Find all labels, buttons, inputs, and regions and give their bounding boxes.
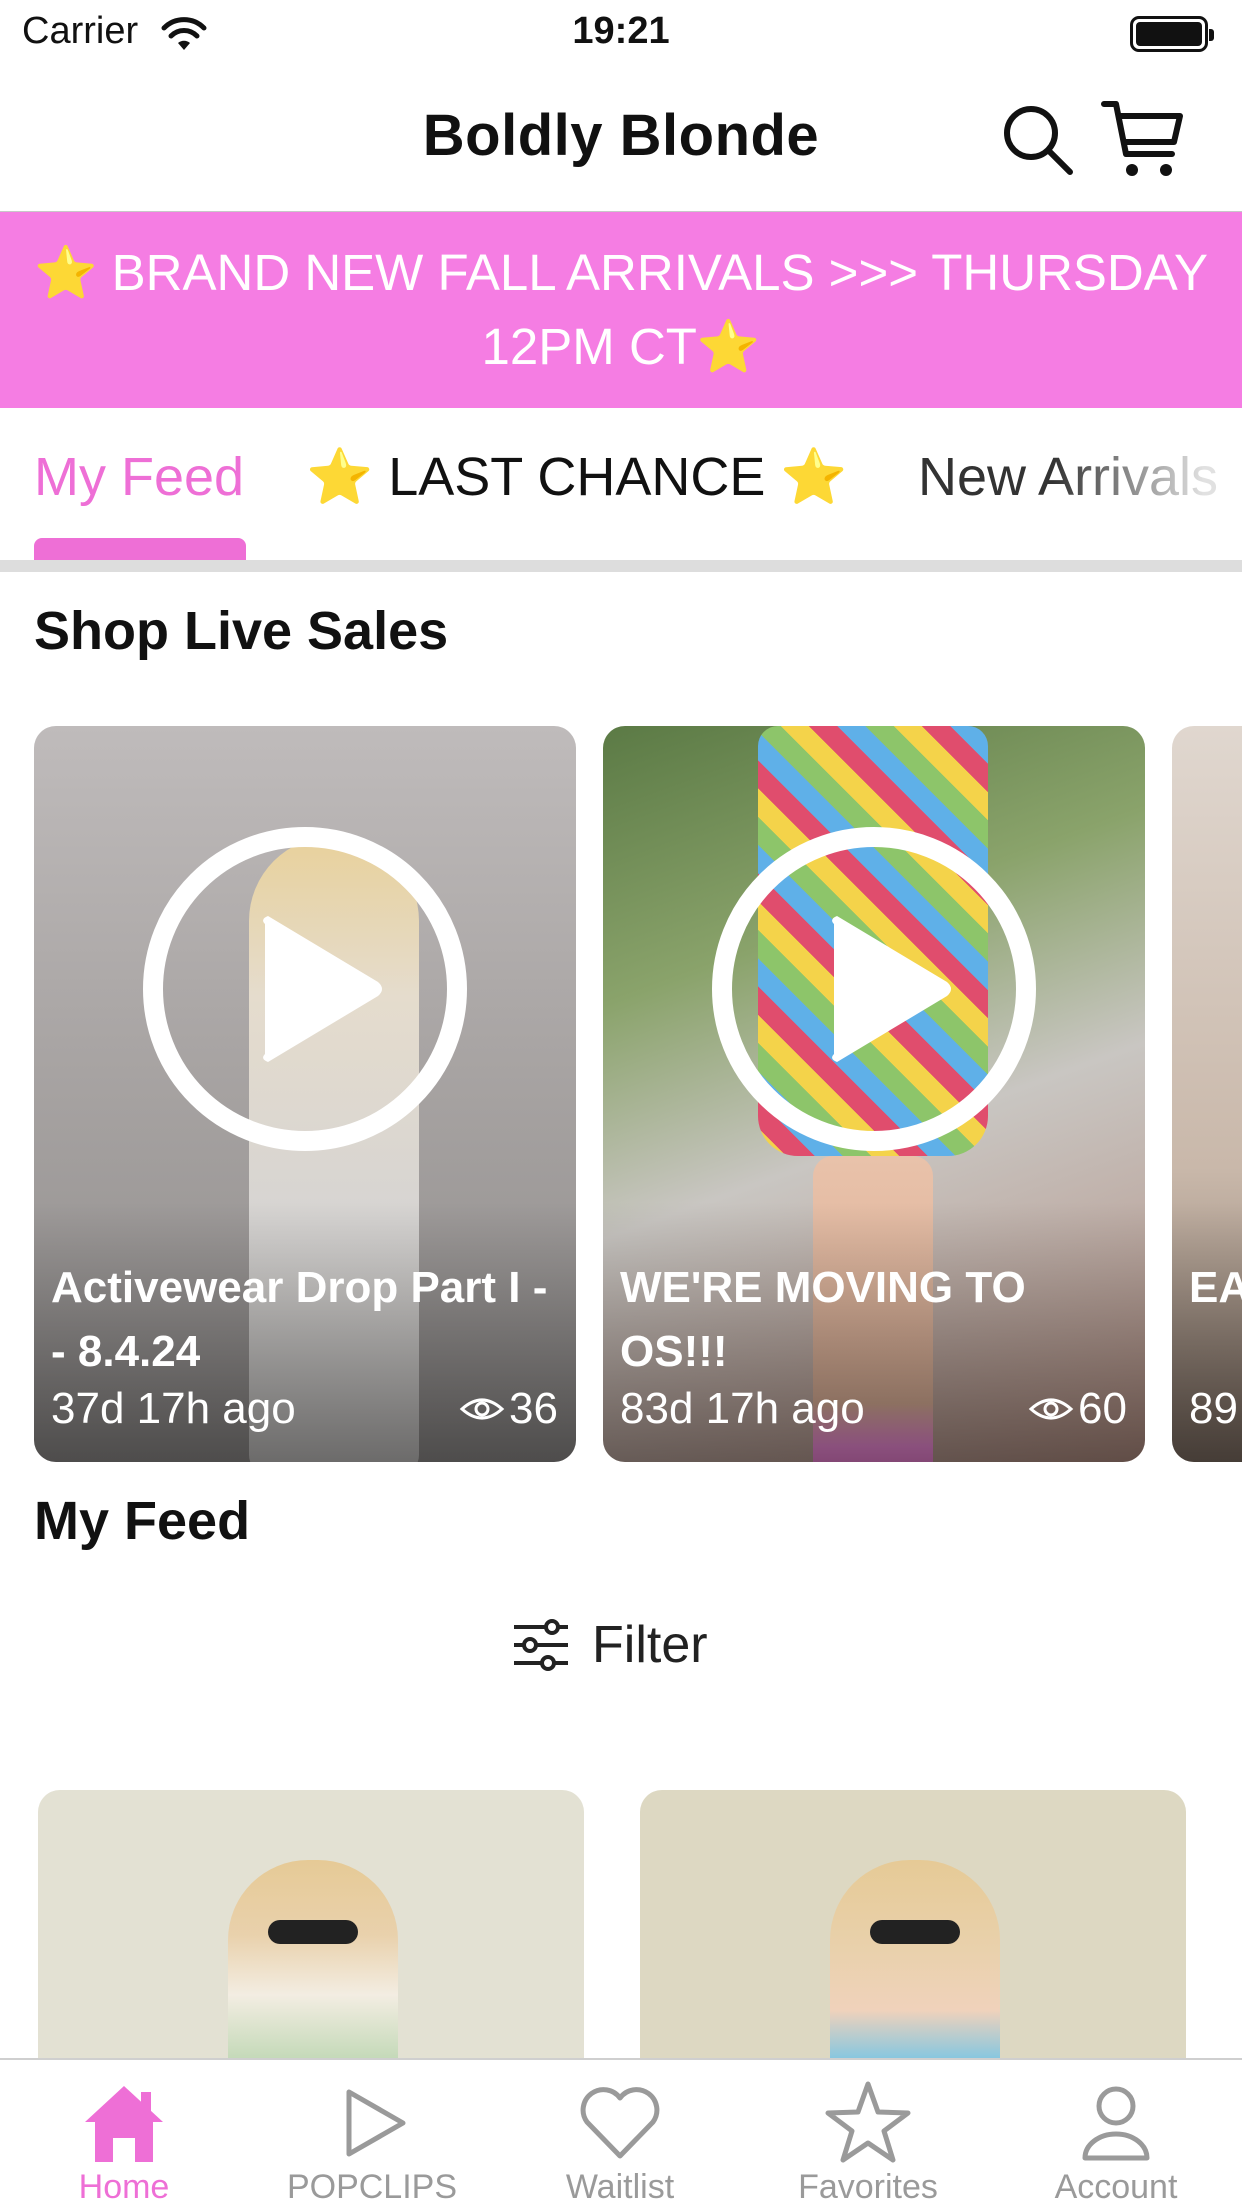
nav-popclips-label: POPCLIPS: [286, 2168, 458, 2206]
nav-account[interactable]: Account: [992, 2060, 1240, 2208]
sliders-icon: [514, 1619, 568, 1671]
banner-line-1: ⭐ BRAND NEW FALL ARRIVALS >>> THURSDAY: [33, 244, 1209, 301]
bottom-tab-bar: Home POPCLIPS Waitlist Favorites Account: [0, 2058, 1242, 2208]
nav-favorites[interactable]: Favorites: [744, 2060, 992, 2208]
tab-new-arrivals[interactable]: New Arrivals: [918, 446, 1218, 508]
tab-last-chance[interactable]: ⭐ LAST CHANCE ⭐: [306, 446, 848, 509]
live-sale-card[interactable]: Activewear Drop Part I -- 8.4.24 37d 17h…: [34, 726, 576, 1462]
heart-icon: [580, 2087, 660, 2159]
view-count: 60: [1028, 1384, 1127, 1434]
tabs-divider: [0, 560, 1242, 572]
live-sale-title: EA SA: [1189, 1263, 1242, 1312]
view-count-value: 36: [509, 1384, 558, 1433]
play-icon[interactable]: [709, 824, 1039, 1154]
promo-banner[interactable]: ⭐ BRAND NEW FALL ARRIVALS >>> THURSDAY 1…: [0, 212, 1242, 408]
nav-waitlist-label: Waitlist: [565, 2168, 675, 2206]
play-icon: [346, 2089, 406, 2157]
my-feed-heading: My Feed: [34, 1491, 251, 1551]
filter-label: Filter: [592, 1616, 708, 1674]
play-icon[interactable]: [140, 824, 470, 1154]
live-sale-title: Activewear Drop Part I -- 8.4.24: [51, 1263, 548, 1376]
home-icon: [85, 2086, 163, 2162]
eye-icon: [1028, 1398, 1074, 1420]
filter-button[interactable]: Filter: [512, 1610, 708, 1680]
view-count: 36: [459, 1384, 558, 1434]
live-sale-title: WE'RE MOVING TO OS!!!: [620, 1263, 1026, 1376]
nav-popclips[interactable]: POPCLIPS: [248, 2060, 496, 2208]
nav-waitlist[interactable]: Waitlist: [496, 2060, 744, 2208]
active-tab-indicator: [34, 538, 246, 560]
category-tabs: My Feed ⭐ LAST CHANCE ⭐ New Arrivals: [0, 408, 1242, 572]
live-sale-time: 89: [1189, 1384, 1238, 1433]
battery-icon: [1130, 16, 1214, 52]
view-count-value: 60: [1078, 1384, 1127, 1433]
app-header: Boldly Blonde: [0, 70, 1242, 212]
cart-icon[interactable]: [1100, 96, 1186, 182]
search-icon[interactable]: [998, 100, 1078, 180]
live-sale-time: 83d 17h ago: [620, 1384, 865, 1433]
live-sale-card[interactable]: WE'RE MOVING TO OS!!! 83d 17h ago 60: [603, 726, 1145, 1462]
status-bar: Carrier 19:21: [0, 0, 1242, 70]
star-icon: [825, 2081, 911, 2163]
person-icon: [1082, 2086, 1150, 2161]
status-time: 19:21: [572, 10, 670, 52]
live-sales-heading: Shop Live Sales: [34, 601, 449, 661]
eye-icon: [459, 1398, 505, 1420]
nav-home[interactable]: Home: [0, 2060, 248, 2208]
nav-favorites-label: Favorites: [798, 2168, 938, 2206]
nav-home-label: Home: [78, 2168, 170, 2206]
live-sale-card[interactable]: EA SA 89: [1172, 726, 1242, 1462]
banner-line-2: 12PM CT⭐: [481, 318, 761, 375]
nav-account-label: Account: [1054, 2168, 1178, 2206]
tab-my-feed[interactable]: My Feed: [34, 446, 244, 508]
live-sale-time: 37d 17h ago: [51, 1384, 296, 1433]
